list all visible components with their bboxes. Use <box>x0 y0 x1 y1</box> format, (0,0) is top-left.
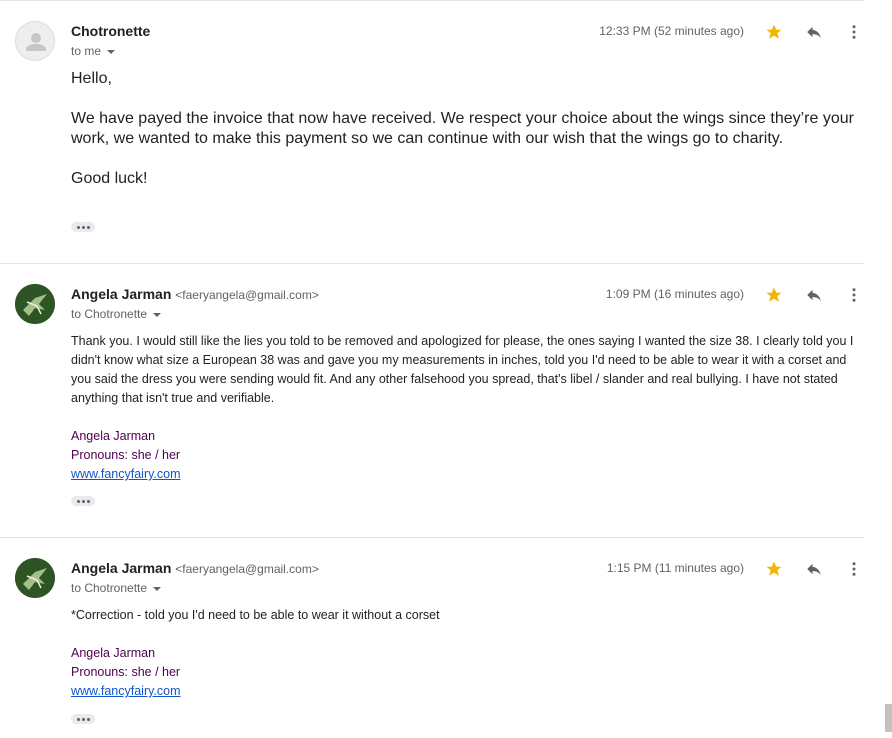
signature-pronouns: Pronouns: she / her <box>71 665 181 679</box>
sender-name[interactable]: Chotronette <box>71 23 150 39</box>
chevron-down-icon <box>153 586 162 591</box>
message-time: 12:33 PM (52 minutes ago) <box>599 24 744 38</box>
scrollbar[interactable] <box>885 704 892 732</box>
signature-link[interactable]: www.fancyfairy.com <box>71 684 181 698</box>
message-body: *Correction - told you I'd need to be ab… <box>71 608 440 622</box>
sender-name[interactable]: Angela Jarman <box>71 560 171 576</box>
body-paragraph: Good luck! <box>71 170 148 187</box>
recipient-dropdown[interactable]: to Chotronette <box>71 581 162 595</box>
signature-pronouns: Pronouns: she / her <box>71 448 181 462</box>
sender-name[interactable]: Angela Jarman <box>71 286 171 302</box>
ellipsis-dot <box>81 717 85 721</box>
email-thread: Chotronette to me 12:33 PM (52 minutes a… <box>0 0 864 738</box>
ellipsis-icon <box>76 499 80 503</box>
fairy-art-avatar[interactable] <box>15 558 55 598</box>
recipient-dropdown[interactable]: to me <box>71 44 116 58</box>
message: Chotronette to me 12:33 PM (52 minutes a… <box>0 0 864 263</box>
message-body: Thank you. I would still like the lies y… <box>71 334 854 405</box>
body-paragraph: Hello, <box>71 70 112 87</box>
message-header: Chotronette <box>71 23 150 39</box>
recipient-dropdown[interactable]: to Chotronette <box>71 307 162 321</box>
sender-email: <faeryangela@gmail.com> <box>175 562 319 576</box>
message: Angela Jarman <faeryangela@gmail.com> to… <box>0 537 864 738</box>
ellipsis-dot <box>86 225 90 229</box>
default-person-icon[interactable] <box>15 21 55 61</box>
message-time: 1:15 PM (11 minutes ago) <box>606 561 744 575</box>
chevron-down-icon <box>107 49 116 54</box>
fairy-art-avatar[interactable] <box>15 284 55 324</box>
more-options-icon[interactable] <box>842 283 866 307</box>
ellipsis-icon <box>76 225 80 229</box>
star-icon[interactable] <box>762 20 786 44</box>
reply-icon[interactable] <box>802 557 826 581</box>
more-options-icon[interactable] <box>842 20 866 44</box>
recipient-label: to Chotronette <box>71 307 148 321</box>
chevron-down-icon <box>153 312 162 317</box>
ellipsis-dot <box>86 717 90 721</box>
signature: Angela Jarman Pronouns: she / her www.fa… <box>71 427 181 484</box>
reply-icon[interactable] <box>802 20 826 44</box>
body-paragraph: We have payed the invoice that now have … <box>71 110 854 147</box>
ellipsis-dot <box>81 225 85 229</box>
signature: Angela Jarman Pronouns: she / her www.fa… <box>71 644 181 701</box>
message-time: 1:09 PM (16 minutes ago) <box>605 287 744 301</box>
reply-icon[interactable] <box>802 283 826 307</box>
ellipsis-dot <box>86 499 90 503</box>
signature-name: Angela Jarman <box>71 429 156 443</box>
show-trimmed-button[interactable] <box>71 496 95 506</box>
message-header: Angela Jarman <faeryangela@gmail.com> <box>71 560 319 576</box>
signature-name: Angela Jarman <box>71 646 156 660</box>
star-icon[interactable] <box>762 283 786 307</box>
show-trimmed-button[interactable] <box>71 222 95 232</box>
ellipsis-dot <box>81 499 85 503</box>
recipient-label: to me <box>71 44 102 58</box>
message-body: Hello, We have payed the invoice that no… <box>71 69 864 209</box>
signature-link[interactable]: www.fancyfairy.com <box>71 467 181 481</box>
recipient-label: to Chotronette <box>71 581 148 595</box>
show-trimmed-button[interactable] <box>71 714 95 724</box>
message: Angela Jarman <faeryangela@gmail.com> to… <box>0 263 864 537</box>
message-header: Angela Jarman <faeryangela@gmail.com> <box>71 286 319 302</box>
ellipsis-icon <box>76 717 80 721</box>
star-icon[interactable] <box>762 557 786 581</box>
sender-email: <faeryangela@gmail.com> <box>175 288 319 302</box>
more-options-icon[interactable] <box>842 557 866 581</box>
